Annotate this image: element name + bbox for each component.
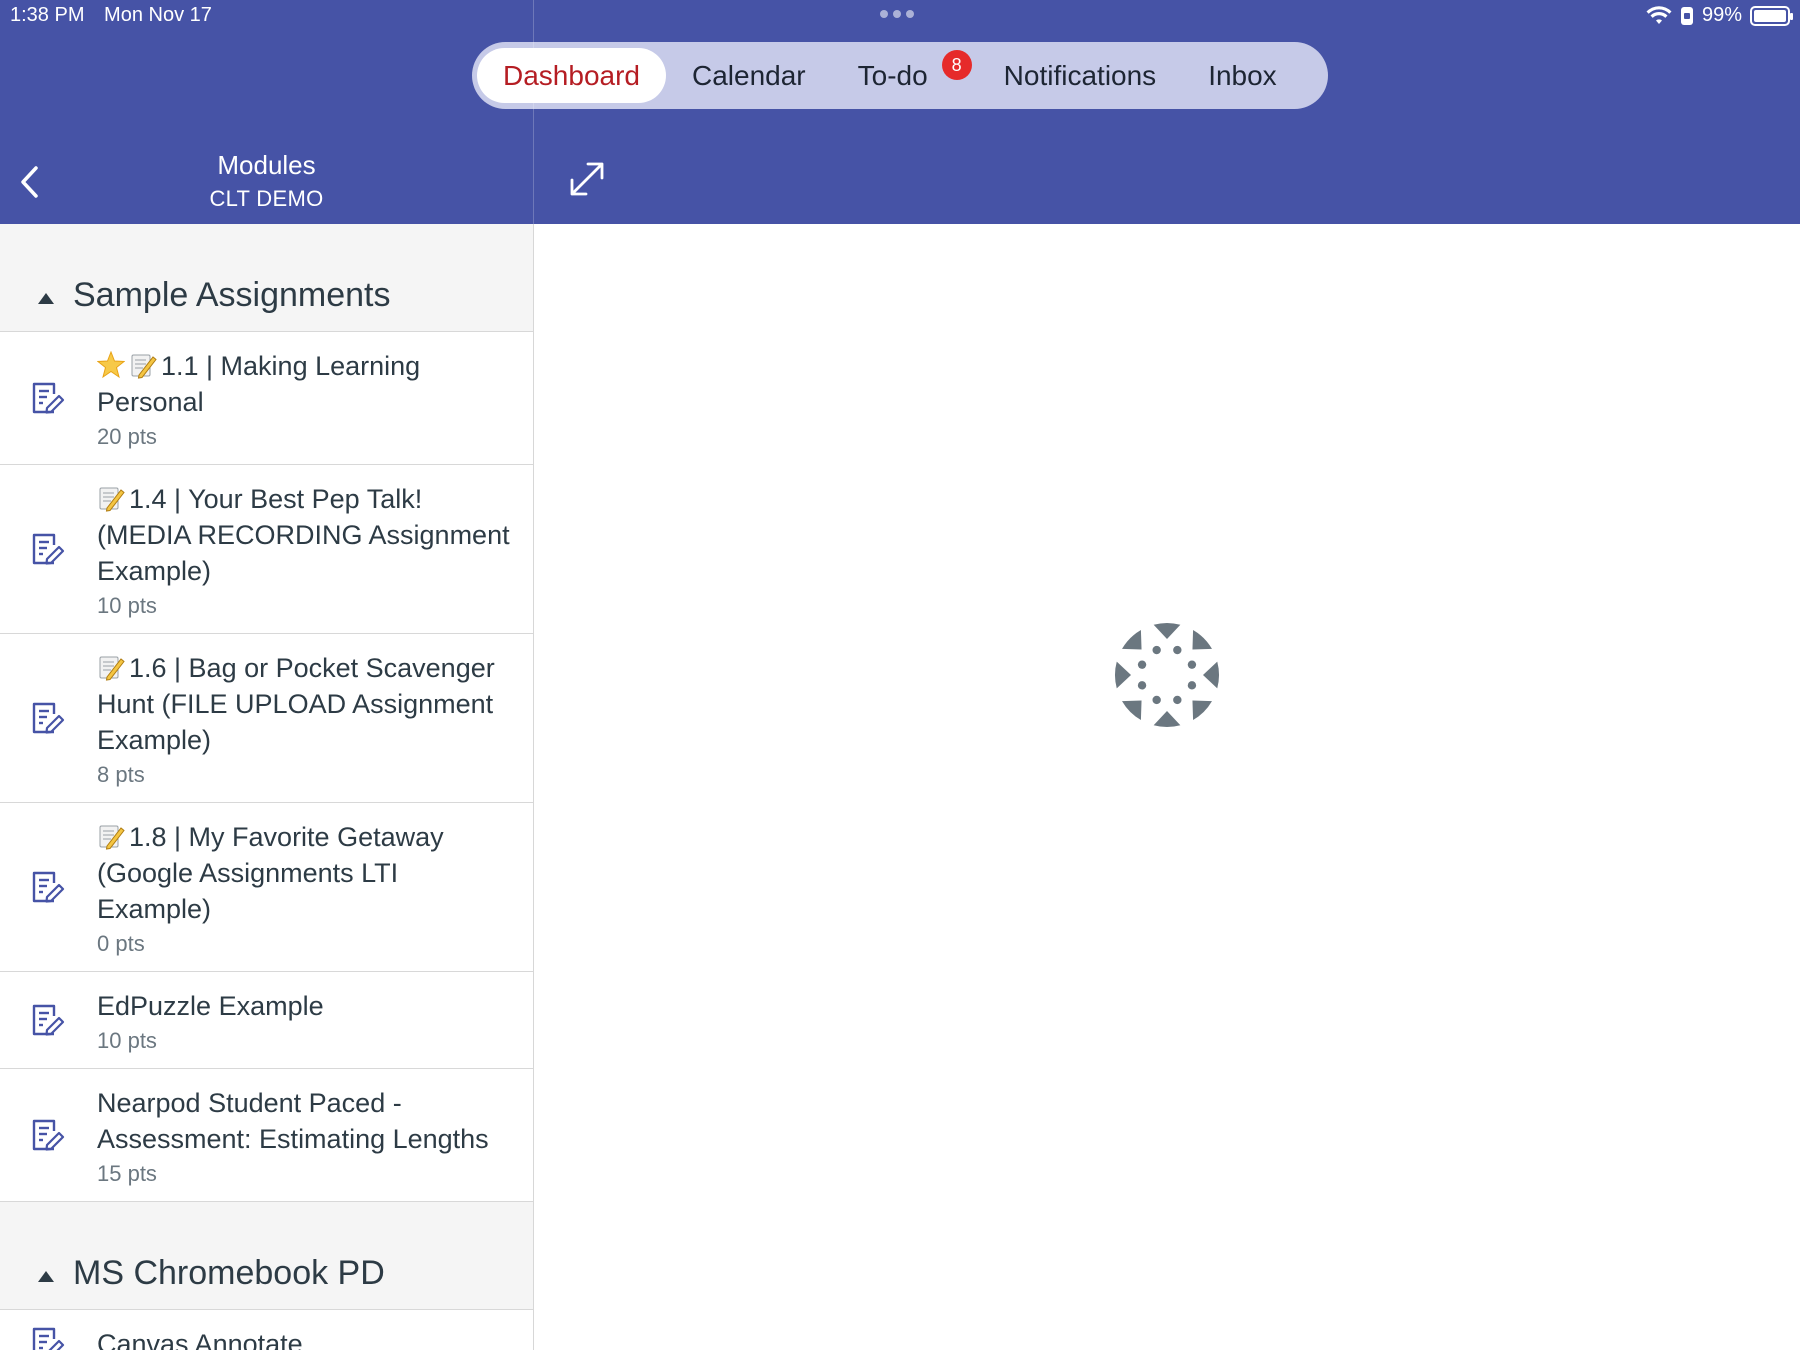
module-item-title: 1.6 | Bag or Pocket Scavenger Hunt (FILE… [97, 653, 495, 755]
modules-list[interactable]: Sample Assignments 1.1 | Making Learning … [0, 224, 533, 1350]
split-divider[interactable] [533, 224, 534, 1350]
nav-subtitle: CLT DEMO [209, 186, 324, 211]
module-item[interactable]: Canvas Annotate [0, 1310, 533, 1350]
memo-emoji [131, 354, 157, 379]
tab-label: Calendar [691, 60, 806, 91]
tab-label: Notifications [1003, 60, 1157, 91]
module-header[interactable]: MS Chromebook PD [0, 1202, 533, 1310]
module-item-name: 1.8 | My Favorite Getaway (Google Assign… [97, 819, 513, 927]
status-bar-right: 99% [1646, 4, 1793, 27]
top-bar: 1:38 PM Mon Nov 17 99% Dashboard Calendar… [0, 0, 1800, 224]
tab-label: Inbox [1208, 60, 1277, 91]
module-header[interactable]: Sample Assignments [0, 224, 533, 332]
module-item-points: 0 pts [97, 931, 145, 956]
wifi-icon [1646, 5, 1672, 24]
todo-count-badge: 8 [941, 50, 972, 80]
battery-percent: 99% [1701, 4, 1742, 26]
module-item-points: 10 pts [97, 593, 157, 618]
module-item[interactable]: Nearpod Student Paced - Assessment: Esti… [0, 1069, 533, 1202]
module-item-title: Canvas Annotate [97, 1329, 303, 1350]
module-title: MS Chromebook PD [73, 1254, 385, 1292]
memo-emoji [99, 656, 125, 681]
tab-dashboard[interactable]: Dashboard [477, 48, 666, 103]
module-item[interactable]: 1.4 | Your Best Pep Talk! (MEDIA RECORDI… [0, 465, 533, 634]
module-item-title: Nearpod Student Paced - Assessment: Esti… [97, 1088, 489, 1154]
module-item-name: Canvas Annotate [97, 1326, 513, 1350]
module-item[interactable]: 1.8 | My Favorite Getaway (Google Assign… [0, 803, 533, 972]
module-item-name: 1.1 | Making Learning Personal [97, 348, 513, 420]
expand-icon[interactable] [568, 160, 606, 198]
battery-icon [1750, 5, 1793, 26]
module-item-points: 10 pts [97, 1028, 157, 1053]
module-item-name: Nearpod Student Paced - Assessment: Esti… [97, 1085, 513, 1157]
collapse-caret-icon[interactable] [38, 1271, 54, 1282]
module-item-title: EdPuzzle Example [97, 991, 324, 1021]
module-item-name: 1.4 | Your Best Pep Talk! (MEDIA RECORDI… [97, 481, 513, 589]
module-item-points: 8 pts [97, 762, 145, 787]
collapse-caret-icon[interactable] [38, 293, 54, 304]
multitasking-handle[interactable] [880, 10, 914, 18]
module-item-points: 15 pts [97, 1161, 157, 1186]
lock-rotation-icon [1680, 6, 1693, 25]
assignment-icon [32, 1327, 65, 1350]
module-item[interactable]: EdPuzzle Example 10 pts [0, 972, 533, 1069]
module-title: Sample Assignments [73, 276, 391, 314]
status-date: Mon Nov 17 [104, 4, 212, 26]
module-item-name: 1.6 | Bag or Pocket Scavenger Hunt (FILE… [97, 650, 513, 758]
memo-emoji [99, 487, 125, 512]
tab-to-do[interactable]: To-do 8 [832, 48, 978, 103]
tab-label: To-do [857, 60, 928, 91]
assignment-icon [32, 871, 65, 903]
module-item-points: 20 pts [97, 424, 157, 449]
assignment-icon [32, 702, 65, 734]
status-bar-left: 1:38 PM Mon Nov 17 [10, 4, 226, 27]
module-item-name: EdPuzzle Example [97, 988, 513, 1024]
assignment-icon [32, 1004, 65, 1036]
tab-label: Dashboard [503, 60, 640, 91]
assignment-icon [32, 382, 65, 414]
module-item[interactable]: 1.6 | Bag or Pocket Scavenger Hunt (FILE… [0, 634, 533, 803]
memo-emoji [99, 825, 125, 850]
star-emoji [97, 351, 125, 379]
tab-calendar[interactable]: Calendar [666, 48, 832, 103]
module-item-title: 1.8 | My Favorite Getaway (Google Assign… [97, 822, 444, 924]
split-divider-top [533, 0, 534, 224]
nav-title: Modules [217, 150, 316, 180]
module-item[interactable]: 1.1 | Making Learning Personal 20 pts [0, 332, 533, 465]
tab-notifications[interactable]: Notifications [978, 48, 1183, 103]
global-nav-tabs: Dashboard Calendar To-do 8 Notifications Inbo… [472, 42, 1328, 109]
module-item-title: 1.4 | Your Best Pep Talk! (MEDIA RECORDI… [97, 484, 510, 586]
assignment-icon [32, 533, 65, 565]
tab-inbox[interactable]: Inbox [1182, 48, 1303, 103]
loading-spinner-icon [1115, 623, 1219, 727]
assignment-icon [32, 1119, 65, 1151]
status-time: 1:38 PM [10, 4, 85, 26]
